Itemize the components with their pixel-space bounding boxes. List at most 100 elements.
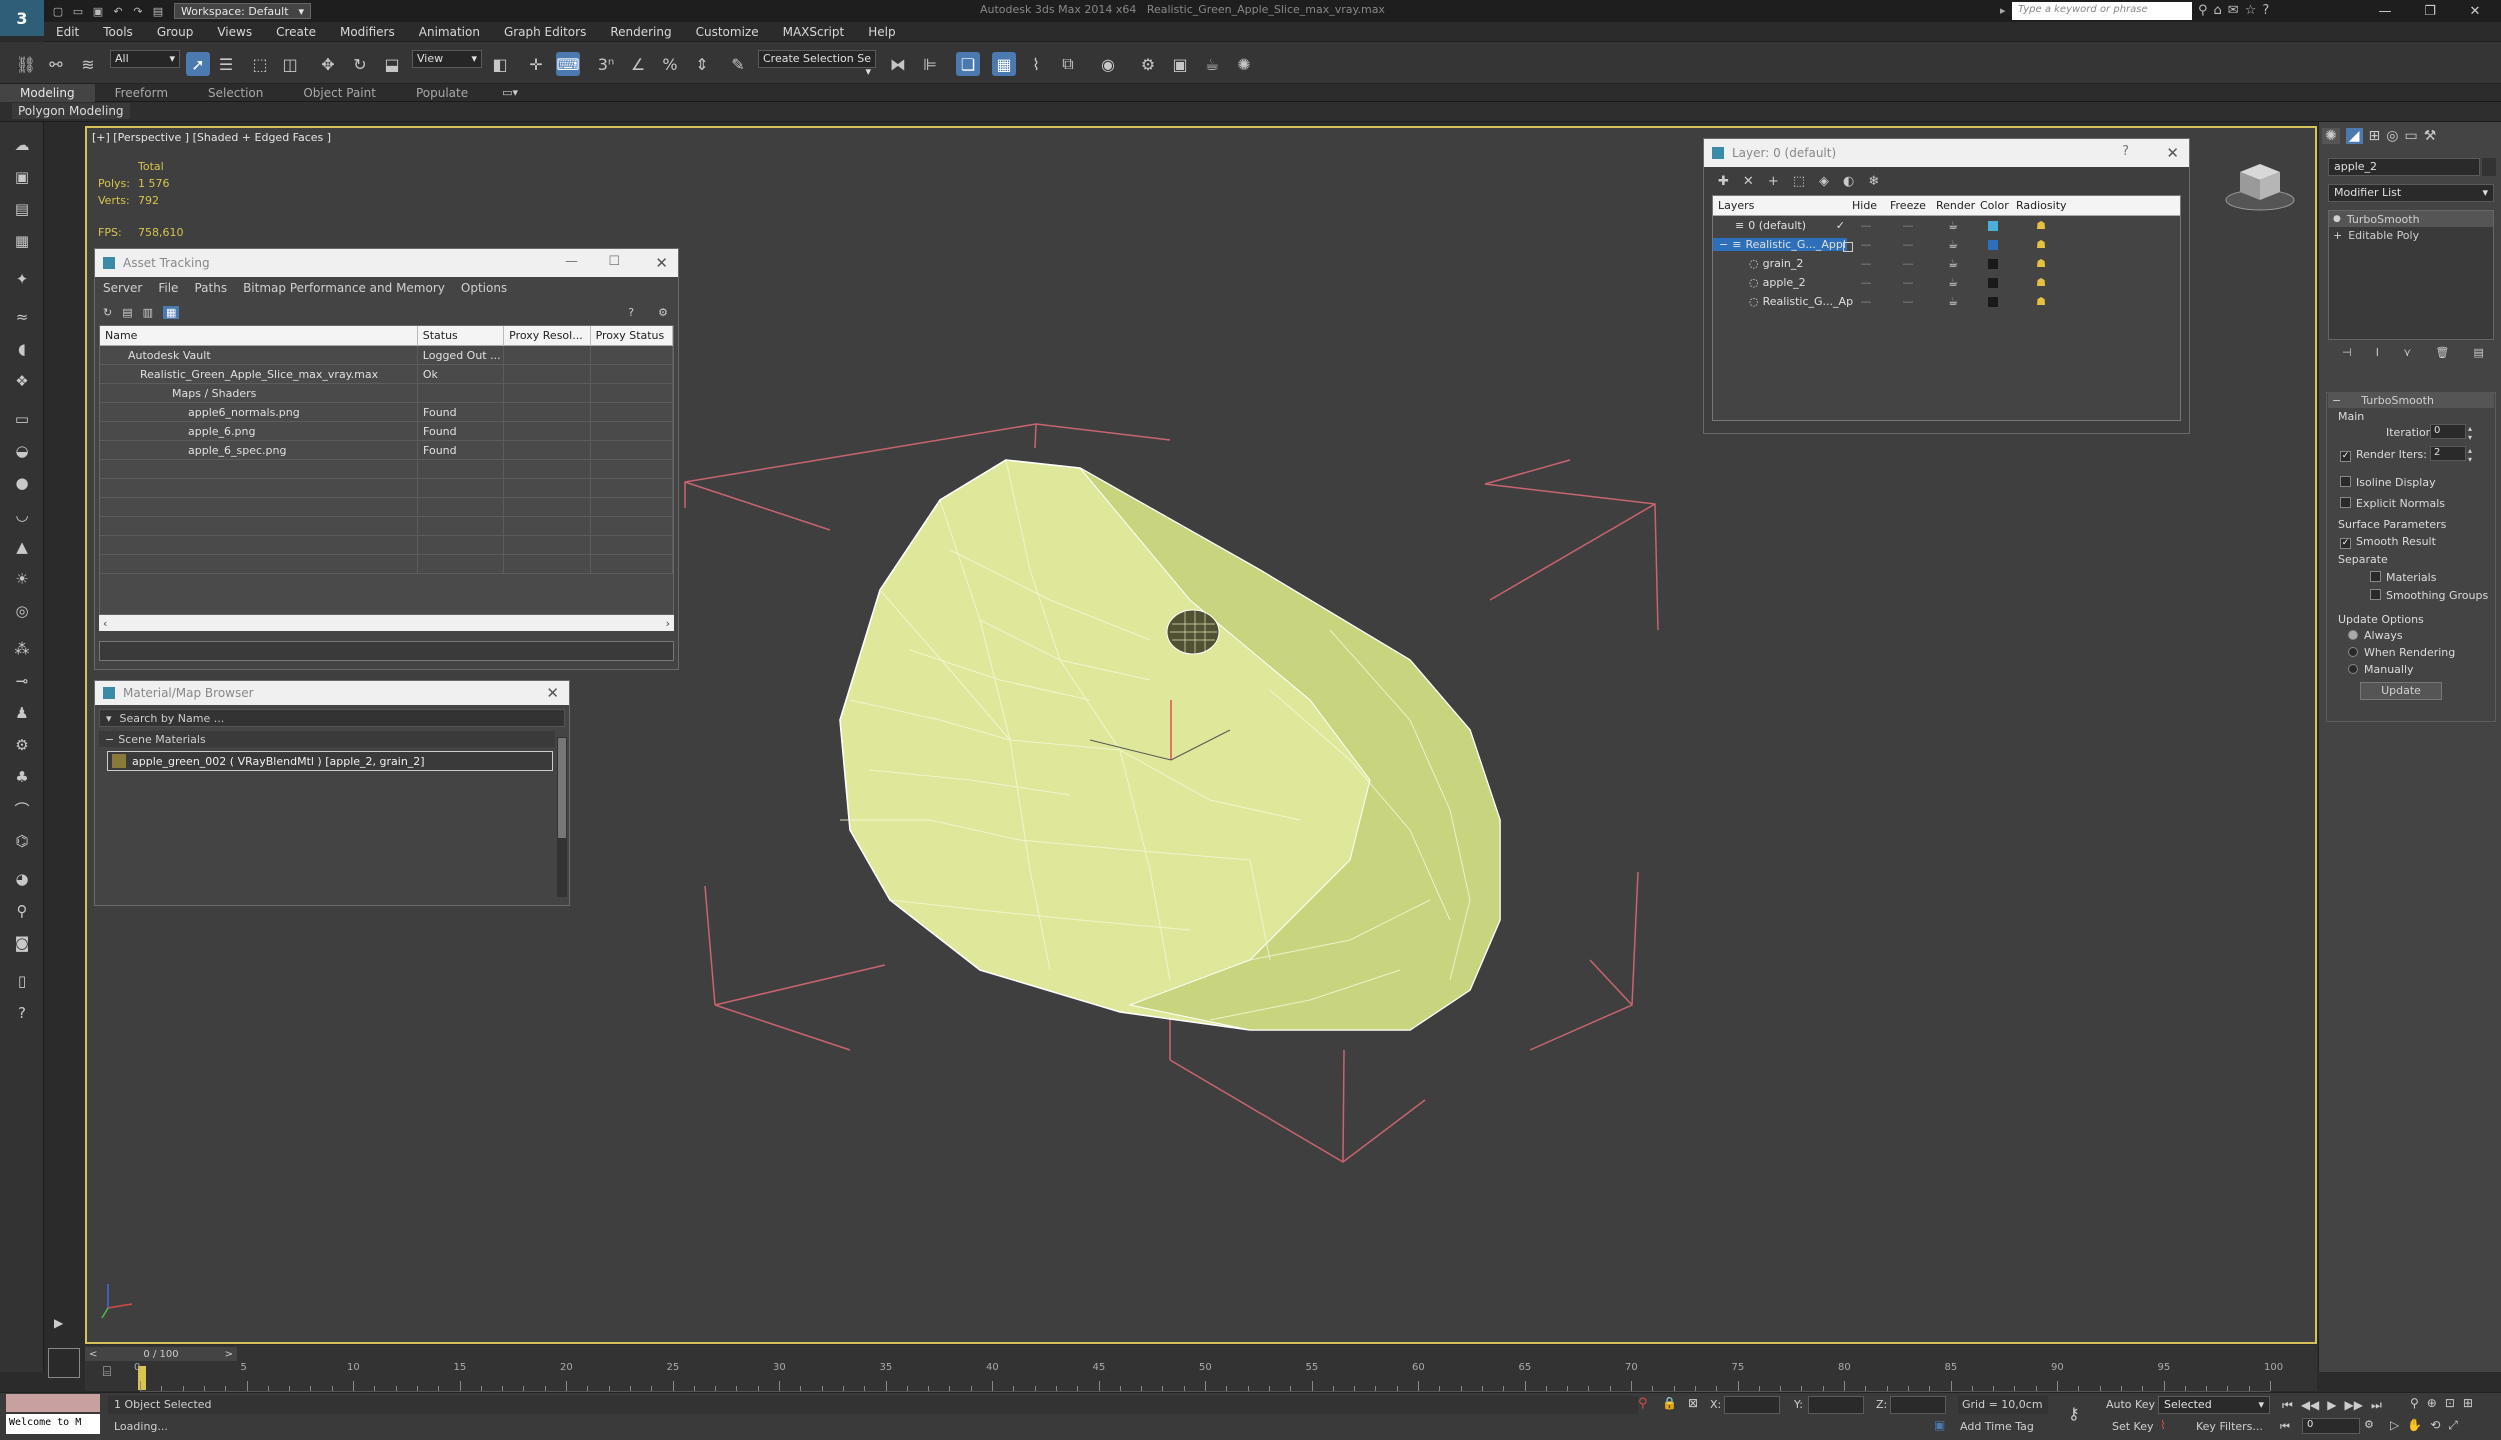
- restore-icon[interactable]: ❐: [2410, 0, 2450, 22]
- col-proxy-resolution[interactable]: Proxy Resol...: [504, 325, 591, 346]
- stack-item-turbosmooth[interactable]: ● TurboSmooth: [2329, 211, 2493, 227]
- panel-icon[interactable]: ▤: [8, 198, 36, 220]
- hierarchy-panel-icon[interactable]: ⊞: [2369, 128, 2381, 144]
- menu-help[interactable]: Help: [856, 25, 907, 39]
- menu-group[interactable]: Group: [145, 25, 206, 39]
- modifier-list-dropdown[interactable]: Modifier List ▾: [2328, 184, 2494, 202]
- render-teapot-icon[interactable]: ☕: [1931, 295, 1975, 308]
- save-file-icon[interactable]: ▣: [90, 3, 106, 19]
- layer-explorer-icon[interactable]: ❏: [956, 52, 980, 76]
- maximize-viewport-icon[interactable]: ⤢: [2448, 1418, 2458, 1433]
- isolate-icon[interactable]: ⚲: [1638, 1396, 1648, 1411]
- col-render[interactable]: Render: [1931, 196, 1975, 216]
- col-layers[interactable]: Layers: [1713, 196, 1847, 216]
- table-row[interactable]: apple6_normals.png Found: [100, 402, 673, 422]
- col-name[interactable]: Name: [100, 325, 418, 346]
- teapot-icon[interactable]: ☁: [8, 134, 36, 156]
- stack-item-editable-poly[interactable]: + Editable Poly: [2329, 227, 2493, 243]
- settings-icon[interactable]: ⚙: [658, 306, 668, 319]
- freeze-toggle[interactable]: —: [1885, 276, 1931, 289]
- select-by-name-icon[interactable]: ☰: [214, 52, 238, 76]
- key-icon[interactable]: ⚷: [2068, 1404, 2080, 1423]
- bind-space-warp-icon[interactable]: ≋: [76, 52, 100, 76]
- undo-icon[interactable]: ↶: [110, 3, 126, 19]
- menu-create[interactable]: Create: [264, 25, 328, 39]
- gear-icon[interactable]: ⚙: [8, 734, 36, 756]
- modify-panel-icon[interactable]: ◢: [2345, 128, 2363, 144]
- render-iters-spinner[interactable]: 2: [2430, 446, 2466, 461]
- modifier-stack[interactable]: ● TurboSmooth + Editable Poly: [2328, 210, 2494, 340]
- layer-manager-icon[interactable]: ▦: [992, 52, 1016, 76]
- phone-icon[interactable]: ▯: [8, 970, 36, 992]
- table-row[interactable]: apple_6_spec.png Found: [100, 440, 673, 460]
- percent-snap-icon[interactable]: %: [658, 52, 682, 76]
- render-teapot-icon[interactable]: ☕: [1931, 238, 1975, 251]
- zoom-all-icon[interactable]: ⊕: [2427, 1396, 2437, 1410]
- menu-paths[interactable]: Paths: [186, 281, 235, 295]
- bowl-icon[interactable]: ◡: [8, 504, 36, 526]
- ribbon-options-icon[interactable]: ▭▾: [502, 86, 518, 99]
- timeline-ruler[interactable]: 0 5 10 15 20 25 30 35 40 45 50 55 60 65 70 75 80 85 90 95 10…: [134, 1362, 2283, 1392]
- update-button[interactable]: Update: [2360, 682, 2442, 700]
- freeze-toggle[interactable]: —: [1885, 238, 1931, 251]
- set-key-button[interactable]: Set Key: [2112, 1420, 2154, 1433]
- workspace-selector[interactable]: Workspace: Default ▾: [174, 3, 312, 19]
- close-icon[interactable]: ✕: [655, 254, 668, 272]
- tab-object-paint[interactable]: Object Paint: [283, 84, 396, 102]
- apple-slice-model[interactable]: [650, 400, 1700, 1220]
- maximize-icon[interactable]: ☐: [608, 254, 620, 269]
- create-layer-icon[interactable]: ✚: [1718, 174, 1729, 189]
- render-setup-icon[interactable]: ⚙: [1136, 52, 1160, 76]
- layer-row[interactable]: ≡ 0 (default) ✓ — — ☕ ☗: [1713, 216, 2180, 235]
- time-tag-icon[interactable]: ▣: [1934, 1418, 1945, 1432]
- menu-graph-editors[interactable]: Graph Editors: [492, 25, 598, 39]
- go-to-start-icon[interactable]: ⏮: [2282, 1398, 2293, 1413]
- hide-all-icon[interactable]: ◐: [1843, 174, 1854, 189]
- materials-checkbox[interactable]: [2370, 571, 2381, 582]
- zoom-extents-icon[interactable]: ⊡: [2445, 1396, 2455, 1410]
- edit-named-selection-icon[interactable]: ✎: [726, 52, 750, 76]
- col-freeze[interactable]: Freeze: [1885, 196, 1931, 216]
- link-icon[interactable]: ⛓: [14, 52, 38, 76]
- select-object-icon[interactable]: ➚: [186, 52, 210, 76]
- freeze-toggle[interactable]: —: [1885, 219, 1931, 232]
- menu-maxscript[interactable]: MAXScript: [771, 25, 857, 39]
- asset-tracking-window[interactable]: Asset Tracking — ☐ ✕ Server File Paths B…: [94, 248, 679, 670]
- material-map-browser-window[interactable]: Material/Map Browser ✕ ▾ Search by Name …: [94, 680, 570, 906]
- table-row[interactable]: Autodesk Vault Logged Out ...: [100, 345, 673, 365]
- render-production-icon[interactable]: ☕: [1200, 52, 1224, 76]
- create-panel-icon[interactable]: ✺: [2322, 128, 2340, 144]
- app-logo[interactable]: 3: [0, 0, 44, 36]
- auto-key-button[interactable]: Auto Key: [2106, 1398, 2155, 1411]
- spinner-snap-icon[interactable]: ⇕: [690, 52, 714, 76]
- plant-icon[interactable]: ♣: [8, 766, 36, 788]
- spinner-arrows-icon[interactable]: ▴ ▾: [2468, 446, 2472, 464]
- tab-populate[interactable]: Populate: [396, 84, 488, 102]
- maxscript-listener[interactable]: [6, 1394, 100, 1412]
- chevron-left-icon[interactable]: ‹: [103, 617, 107, 630]
- tab-selection[interactable]: Selection: [188, 84, 283, 102]
- z-coordinate-field[interactable]: [1890, 1396, 1946, 1414]
- hide-toggle[interactable]: —: [1847, 276, 1885, 289]
- detail-view-icon[interactable]: ▥: [143, 306, 153, 319]
- horizontal-scrollbar[interactable]: ‹ ›: [99, 615, 674, 631]
- chevron-left-icon[interactable]: <: [89, 1349, 97, 1360]
- menu-server[interactable]: Server: [95, 281, 150, 295]
- render-iters-checkbox[interactable]: ✓: [2340, 451, 2351, 462]
- snaps-toggle-icon[interactable]: 3ⁿ: [594, 52, 618, 76]
- render-teapot-icon[interactable]: ☕: [1931, 276, 1975, 289]
- radiosity-icon[interactable]: ☗: [2011, 295, 2071, 308]
- viewcube-icon[interactable]: [2224, 158, 2296, 214]
- torus-icon[interactable]: ◎: [8, 600, 36, 622]
- material-browser-title-bar[interactable]: Material/Map Browser ✕: [95, 681, 569, 705]
- pan-icon[interactable]: ✋: [2407, 1418, 2422, 1433]
- play-arrow-icon[interactable]: ▶: [54, 1316, 63, 1330]
- unlink-icon[interactable]: ⚯: [44, 52, 68, 76]
- favorites-icon[interactable]: ☆: [2245, 3, 2257, 18]
- radiosity-icon[interactable]: ☗: [2011, 238, 2071, 251]
- dome-icon[interactable]: ◒: [8, 440, 36, 462]
- menu-bitmap-performance[interactable]: Bitmap Performance and Memory: [235, 281, 453, 295]
- redo-icon[interactable]: ↷: [130, 3, 146, 19]
- render-teapot-icon[interactable]: ☕: [1931, 219, 1975, 232]
- current-frame-field[interactable]: 0: [2302, 1418, 2360, 1434]
